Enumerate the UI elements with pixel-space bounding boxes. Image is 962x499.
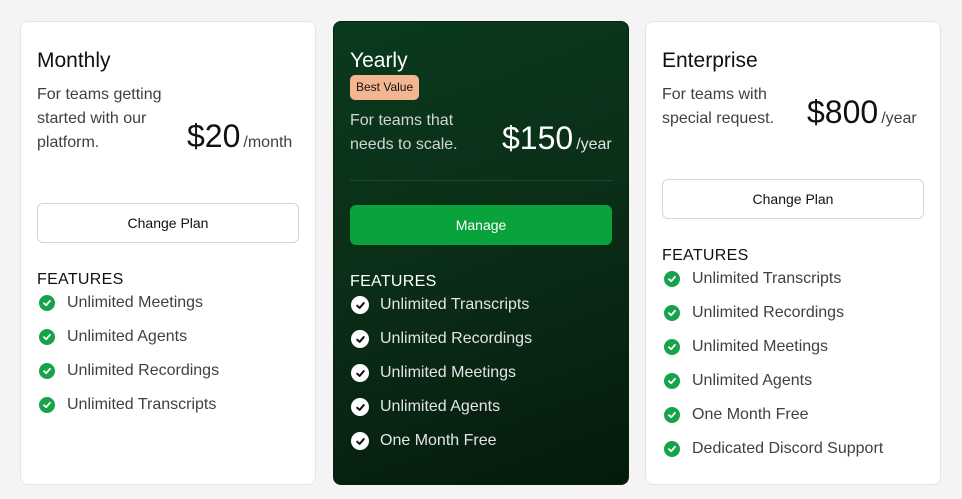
feature-item: Unlimited Agents (662, 364, 883, 398)
feature-item: Unlimited Meetings (662, 330, 883, 364)
feature-item: One Month Free (662, 398, 883, 432)
plan-card-yearly: Yearly Best Value For teams that needs t… (333, 21, 629, 485)
check-circle-icon (664, 373, 680, 389)
feature-label: Unlimited Recordings (67, 362, 220, 379)
plan-price: $150/year (502, 120, 612, 156)
features-list: Unlimited Meetings Unlimited Agents Unli… (37, 286, 219, 422)
feature-label: Dedicated Discord Support (692, 440, 884, 457)
change-plan-button[interactable]: Change Plan (662, 179, 924, 219)
change-plan-button[interactable]: Change Plan (37, 203, 299, 243)
plan-title: Enterprise (662, 49, 758, 72)
features-list: Unlimited Transcripts Unlimited Recordin… (662, 262, 883, 466)
price-amount: $800 (807, 94, 879, 130)
feature-label: Unlimited Recordings (380, 330, 533, 347)
feature-item: Unlimited Meetings (350, 356, 532, 390)
feature-label: One Month Free (692, 406, 809, 423)
features-list: Unlimited Transcripts Unlimited Recordin… (350, 288, 532, 458)
feature-label: Unlimited Recordings (692, 304, 845, 321)
feature-label: Unlimited Agents (67, 328, 188, 345)
check-circle-icon (664, 441, 680, 457)
check-circle-icon (351, 296, 369, 314)
plan-description: For teams with special request. (662, 86, 775, 127)
best-value-badge: Best Value (350, 75, 420, 100)
check-circle-icon (664, 271, 680, 287)
check-circle-icon (664, 339, 680, 355)
check-circle-icon (351, 432, 369, 450)
plan-description: For teams that needs to scale. (350, 112, 458, 153)
check-circle-icon (39, 363, 55, 379)
price-period: /month (243, 134, 293, 151)
feature-label: Unlimited Transcripts (692, 270, 842, 287)
feature-label: Unlimited Meetings (380, 364, 517, 381)
plan-card-enterprise: Enterprise For teams with special reques… (645, 21, 941, 485)
plan-price: $800/year (807, 94, 917, 130)
check-circle-icon (351, 330, 369, 348)
feature-item: Unlimited Transcripts (662, 262, 883, 296)
feature-item: Unlimited Transcripts (37, 388, 219, 422)
plan-price: $20/month (187, 118, 292, 154)
check-circle-icon (664, 305, 680, 321)
feature-label: Unlimited Meetings (67, 294, 204, 311)
check-circle-icon (664, 407, 680, 423)
feature-item: One Month Free (350, 424, 532, 458)
feature-item: Unlimited Agents (350, 390, 532, 424)
feature-item: Unlimited Transcripts (350, 288, 532, 322)
feature-label: Unlimited Agents (692, 372, 813, 389)
price-period: /year (881, 110, 917, 127)
feature-item: Unlimited Recordings (662, 296, 883, 330)
feature-item: Unlimited Recordings (37, 354, 219, 388)
feature-item: Unlimited Recordings (350, 322, 532, 356)
manage-button[interactable]: Manage (350, 205, 612, 245)
plan-description: For teams getting started with our platf… (37, 86, 162, 151)
price-period: /year (576, 136, 612, 153)
feature-item: Dedicated Discord Support (662, 432, 883, 466)
feature-label: Unlimited Agents (380, 398, 501, 415)
feature-label: Unlimited Meetings (692, 338, 829, 355)
check-circle-icon (39, 329, 55, 345)
feature-item: Unlimited Meetings (37, 286, 219, 320)
plan-card-monthly: Monthly For teams getting started with o… (20, 21, 316, 485)
price-amount: $150 (502, 120, 574, 156)
plan-title: Monthly (37, 49, 111, 72)
divider (350, 180, 612, 181)
feature-label: One Month Free (380, 432, 497, 449)
check-circle-icon (351, 364, 369, 382)
price-amount: $20 (187, 118, 241, 154)
feature-item: Unlimited Agents (37, 320, 219, 354)
feature-label: Unlimited Transcripts (67, 396, 217, 413)
plan-title: Yearly (350, 49, 408, 72)
check-circle-icon (39, 295, 55, 311)
feature-label: Unlimited Transcripts (380, 296, 530, 313)
check-circle-icon (39, 397, 55, 413)
check-circle-icon (351, 398, 369, 416)
